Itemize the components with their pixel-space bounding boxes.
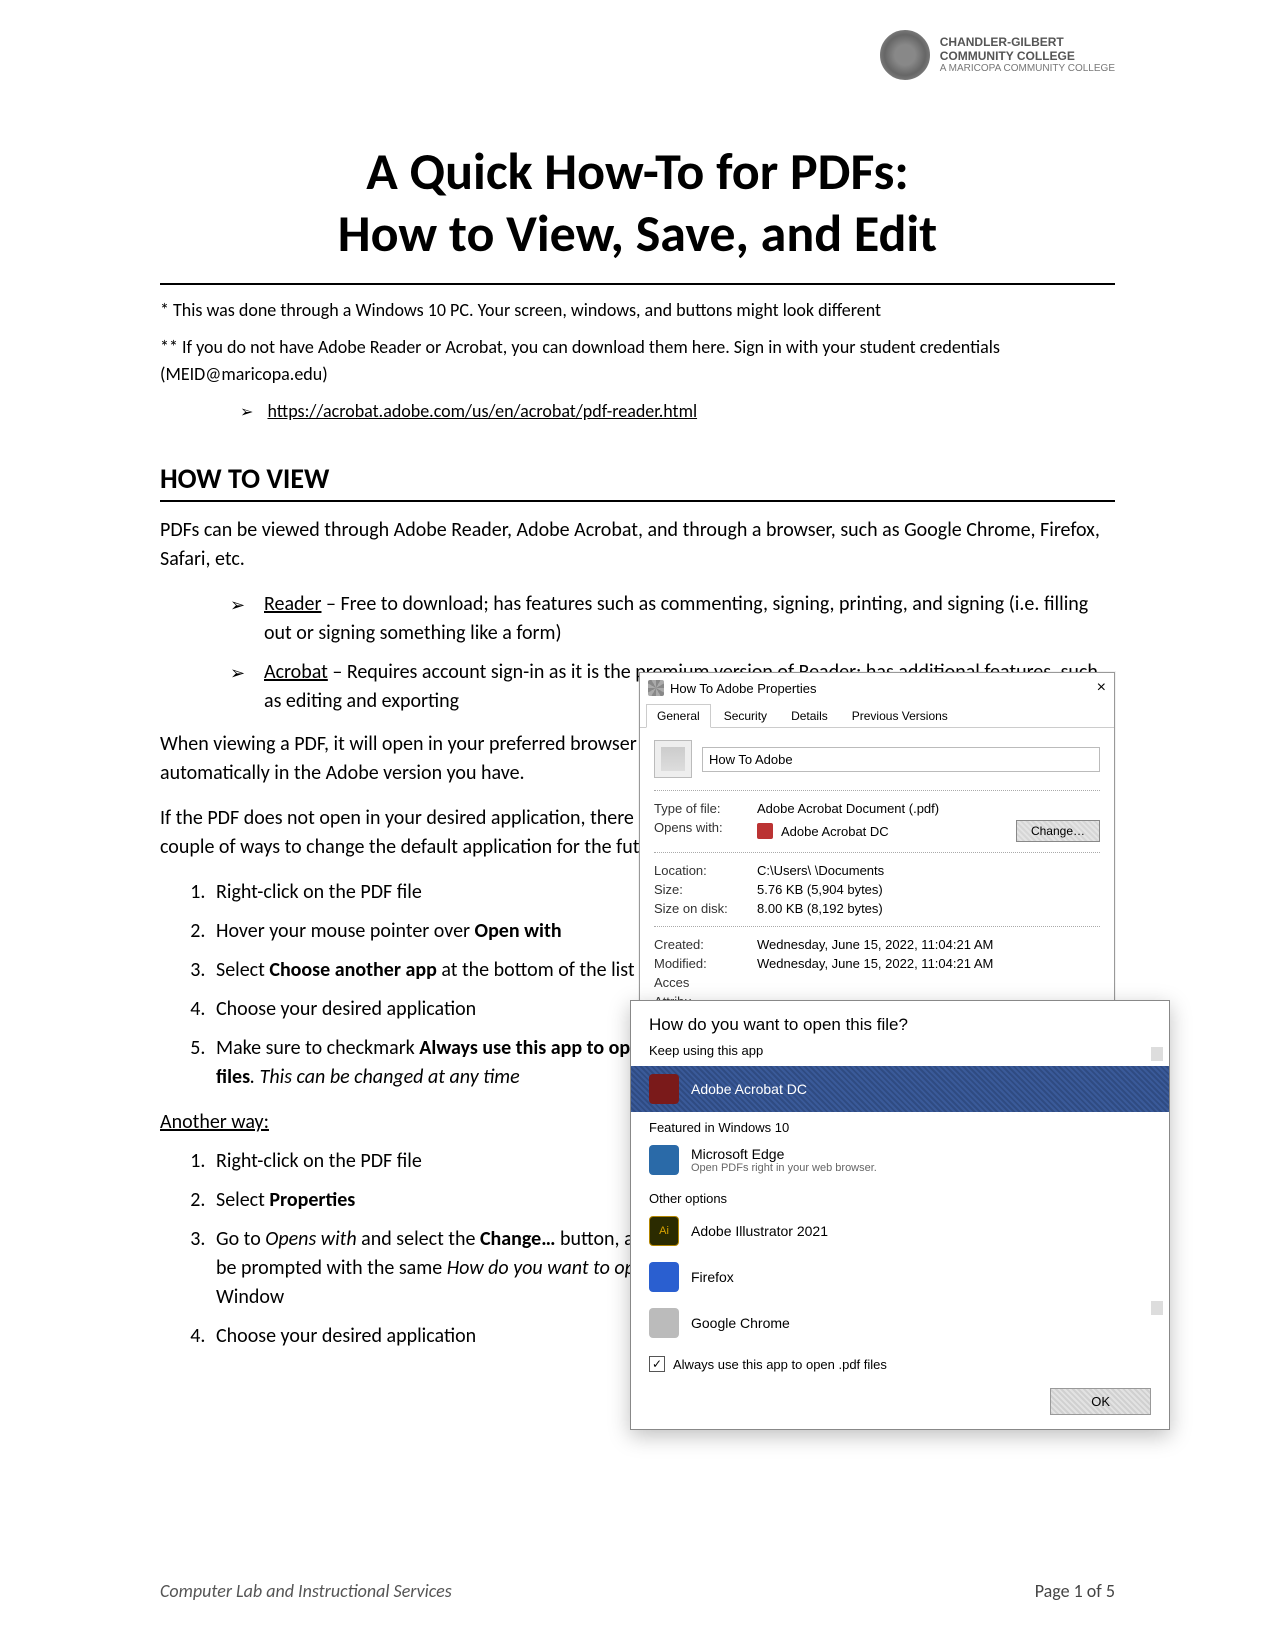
edge-icon [649, 1145, 679, 1175]
label-created: Created: [654, 937, 749, 952]
label-size-on-disk: Size on disk: [654, 901, 749, 916]
file-properties-dialog: How To Adobe Properties × General Securi… [639, 672, 1115, 1026]
firefox-icon [649, 1262, 679, 1292]
label-size: Size: [654, 882, 749, 897]
institution-logo: CHANDLER-GILBERT COMMUNITY COLLEGE A MAR… [880, 30, 1115, 80]
footer-page-number: Page 1 of 5 [1035, 1580, 1115, 1602]
value-modified: Wednesday, June 15, 2022, 11:04:21 AM [757, 956, 1100, 971]
label-location: Location: [654, 863, 749, 878]
close-icon[interactable]: × [1097, 679, 1106, 697]
section-heading-how-to-view: HOW TO VIEW [160, 461, 1115, 496]
properties-title: How To Adobe Properties [670, 681, 816, 696]
open-with-option-edge[interactable]: Microsoft Edge Open PDFs right in your w… [631, 1137, 1169, 1183]
open-with-option-firefox[interactable]: Firefox [631, 1254, 1169, 1300]
acrobat-icon [649, 1074, 679, 1104]
open-with-option-acrobat[interactable]: Adobe Acrobat DC [631, 1066, 1169, 1112]
scroll-down-icon[interactable] [1151, 1301, 1163, 1315]
value-location: C:\Users\ \Documents [757, 863, 1100, 878]
logo-text: CHANDLER-GILBERT COMMUNITY COLLEGE A MAR… [940, 36, 1115, 73]
value-type-of-file: Adobe Acrobat Document (.pdf) [757, 801, 1100, 816]
always-use-checkbox[interactable]: ✓ [649, 1356, 665, 1372]
page-title: A Quick How-To for PDFs: How to View, Sa… [160, 140, 1115, 265]
view-intro: PDFs can be viewed through Adobe Reader,… [160, 516, 1115, 574]
properties-title-icon [648, 680, 664, 696]
note-windows: * This was done through a Windows 10 PC.… [160, 297, 1115, 324]
scroll-up-icon[interactable] [1151, 1047, 1163, 1061]
download-link-row: https://acrobat.adobe.com/us/en/acrobat/… [240, 398, 1115, 425]
ok-button[interactable]: OK [1050, 1388, 1151, 1415]
properties-tabs: General Security Details Previous Versio… [640, 703, 1114, 728]
value-opens-with: Adobe Acrobat DC [781, 824, 889, 839]
value-size: 5.76 KB (5,904 bytes) [757, 882, 1100, 897]
open-with-dialog: How do you want to open this file? Keep … [630, 1000, 1170, 1430]
open-with-featured-label: Featured in Windows 10 [631, 1112, 1169, 1137]
file-name-input[interactable]: How To Adobe [702, 747, 1100, 772]
file-type-icon [654, 740, 692, 778]
acrobat-app-icon [757, 823, 773, 839]
value-created: Wednesday, June 15, 2022, 11:04:21 AM [757, 937, 1100, 952]
change-button[interactable]: Change… [1016, 820, 1100, 842]
label-modified: Modified: [654, 956, 749, 971]
open-with-other-label: Other options [631, 1183, 1169, 1208]
bullet-reader: Reader – Free to download; has features … [230, 590, 1115, 648]
label-accessed-cutoff: Acces [654, 975, 749, 990]
chrome-icon [649, 1308, 679, 1338]
tab-details[interactable]: Details [780, 704, 839, 728]
footer-department: Computer Lab and Instructional Services [160, 1580, 452, 1602]
open-with-keep-using-label: Keep using this app [631, 1041, 1169, 1066]
tab-previous-versions[interactable]: Previous Versions [841, 704, 959, 728]
label-type-of-file: Type of file: [654, 801, 749, 816]
note-download: ** If you do not have Adobe Reader or Ac… [160, 334, 1115, 388]
value-size-on-disk: 8.00 KB (8,192 bytes) [757, 901, 1100, 916]
title-divider [160, 283, 1115, 285]
always-use-label: Always use this app to open .pdf files [673, 1357, 887, 1372]
tab-general[interactable]: General [646, 704, 711, 728]
tab-security[interactable]: Security [713, 704, 778, 728]
illustrator-icon: Ai [649, 1216, 679, 1246]
adobe-download-link[interactable]: https://acrobat.adobe.com/us/en/acrobat/… [267, 400, 697, 422]
open-with-option-illustrator[interactable]: Ai Adobe Illustrator 2021 [631, 1208, 1169, 1254]
open-with-option-chrome[interactable]: Google Chrome [631, 1300, 1169, 1346]
logo-seal-icon [880, 30, 930, 80]
label-opens-with: Opens with: [654, 820, 749, 842]
section-divider [160, 500, 1115, 502]
open-with-heading: How do you want to open this file? [631, 1001, 1169, 1041]
